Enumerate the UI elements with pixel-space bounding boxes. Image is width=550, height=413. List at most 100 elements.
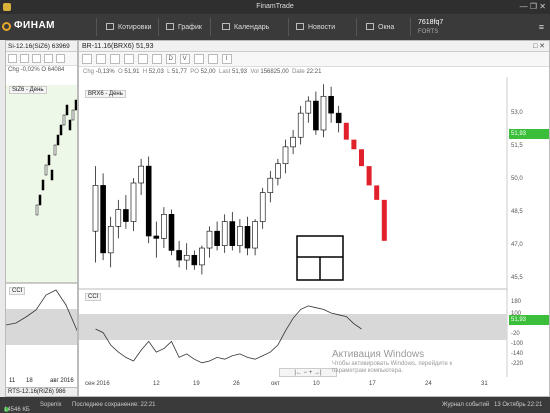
window-controls[interactable]: — ❐ ✕ xyxy=(520,0,546,14)
si-candle xyxy=(59,124,63,136)
x-tick: сен 2016 xyxy=(85,381,110,387)
info-key: Date xyxy=(292,69,305,75)
x-tick: 17 xyxy=(369,381,376,387)
forecast-bar xyxy=(381,199,387,241)
info-key: Vol xyxy=(250,69,259,75)
drawn-box-shape[interactable] xyxy=(296,235,344,281)
si-candle xyxy=(74,99,77,111)
tool-button[interactable] xyxy=(193,54,204,64)
info-key: Last xyxy=(218,69,231,75)
y-tick: 47,0 xyxy=(511,242,523,248)
tool-button[interactable] xyxy=(44,54,53,63)
status-date: 13 Октябрь 22:21 xyxy=(494,402,543,408)
tool-button[interactable]: I xyxy=(221,54,232,64)
finam-logo-icon xyxy=(2,22,11,31)
candle xyxy=(153,235,160,239)
candle xyxy=(282,146,289,165)
forecast-bar xyxy=(359,149,364,167)
candle xyxy=(252,221,258,249)
tool-button[interactable] xyxy=(109,54,120,64)
candle xyxy=(161,214,167,239)
account-selector[interactable]: 7618fq7 FORTS xyxy=(418,18,443,37)
chart-scroll-controls[interactable]: |← − + →| xyxy=(279,368,337,377)
si-x-label: авг 2016 xyxy=(50,378,74,384)
tool-button[interactable]: D xyxy=(165,54,176,64)
toolbar-calendar-button[interactable]: Календарь xyxy=(222,23,269,31)
si-panel-title: Si-12.16(SiZ6) 63969 xyxy=(6,41,77,52)
candle xyxy=(237,226,243,246)
menu-icon[interactable]: ≡ xyxy=(539,22,544,32)
app-icon xyxy=(3,3,11,11)
si-x-label: 11 xyxy=(9,378,16,384)
candle xyxy=(297,112,304,138)
windows-activation-title: Активация Windows xyxy=(332,349,425,360)
tool-button[interactable] xyxy=(32,54,41,63)
tool-button[interactable] xyxy=(8,54,17,63)
windows-activation-text: Чтобы активировать Windows, перейдите к … xyxy=(332,361,453,374)
cci-y-tick: -140 xyxy=(511,351,524,357)
candle xyxy=(92,185,99,232)
toolbar-divider xyxy=(210,18,211,36)
main-toolbar: ФИНАМ Котировки График Календарь Новости… xyxy=(0,14,550,40)
candle xyxy=(206,230,213,249)
info-value: 156825,00 xyxy=(260,69,289,75)
x-tick: 31 xyxy=(481,381,488,387)
si-legend: SiZ6 - День xyxy=(9,86,47,94)
tool-button[interactable] xyxy=(56,54,65,63)
calendar-icon xyxy=(222,23,230,30)
tool-button[interactable] xyxy=(207,54,218,64)
y-tick: 53,0 xyxy=(511,110,523,116)
cci-y-tick: -20 xyxy=(511,331,520,337)
panel-window-controls[interactable]: □ ✕ xyxy=(533,42,545,50)
cci-y-tick: -100 xyxy=(511,341,524,347)
price-chart[interactable] xyxy=(79,77,550,397)
candle xyxy=(130,182,137,222)
window-title: FinamTrade xyxy=(256,3,294,10)
toolbar-windows-button[interactable]: Окна xyxy=(366,23,394,31)
tool-button[interactable] xyxy=(82,54,92,64)
si-chart-panel: Si-12.16(SiZ6) 63969 Chg -0,02% O 64084 … xyxy=(5,40,78,397)
candle xyxy=(214,230,220,246)
candle xyxy=(123,209,129,222)
x-tick: окт xyxy=(271,381,280,387)
candle xyxy=(183,254,190,261)
tool-button[interactable] xyxy=(95,54,106,64)
candle xyxy=(335,112,342,124)
toolbar-news-button[interactable]: Новости xyxy=(296,23,335,31)
x-tick: 19 xyxy=(193,381,200,387)
y-tick: 50,0 xyxy=(511,176,523,182)
status-bar: 14546 КБ Sopenix Последнее сохранение: 2… xyxy=(0,397,550,413)
toolbar-quotes-button[interactable]: Котировки xyxy=(106,23,151,31)
tool-button[interactable] xyxy=(20,54,29,63)
candle xyxy=(115,209,122,227)
tool-button[interactable]: V xyxy=(179,54,190,64)
cci-y-tick: -220 xyxy=(511,361,524,367)
y-tick: 48,5 xyxy=(511,209,523,215)
si-candle xyxy=(68,119,72,131)
toolbar-chart-button[interactable]: График xyxy=(166,23,202,31)
toolbar-divider xyxy=(158,18,159,36)
candle xyxy=(176,250,182,261)
candle xyxy=(267,177,274,193)
tool-button[interactable] xyxy=(151,54,162,64)
si-chart[interactable] xyxy=(6,85,78,387)
candle xyxy=(290,136,296,148)
chart-toolbar: D V I xyxy=(79,52,549,67)
tool-button[interactable] xyxy=(137,54,148,64)
forecast-bar xyxy=(343,122,349,140)
candle xyxy=(107,226,114,254)
candle xyxy=(145,165,152,237)
ohlc-info: Chg -0,13% O 51,91 H 52,03 L 51,77 PO 52… xyxy=(79,68,549,77)
x-tick: 24 xyxy=(425,381,432,387)
account-market: FORTS xyxy=(418,29,439,35)
x-tick: 10 xyxy=(313,381,320,387)
event-journal-link[interactable]: Журнал событий xyxy=(442,402,489,408)
candle xyxy=(221,221,228,246)
si-candle xyxy=(65,104,69,116)
si-panel-info: Chg -0,02% O 64084 xyxy=(8,67,65,73)
forecast-bar xyxy=(366,166,372,186)
tool-button[interactable] xyxy=(123,54,134,64)
info-value: 22:21 xyxy=(306,69,322,75)
si-candle xyxy=(44,164,48,176)
candle xyxy=(199,247,205,266)
